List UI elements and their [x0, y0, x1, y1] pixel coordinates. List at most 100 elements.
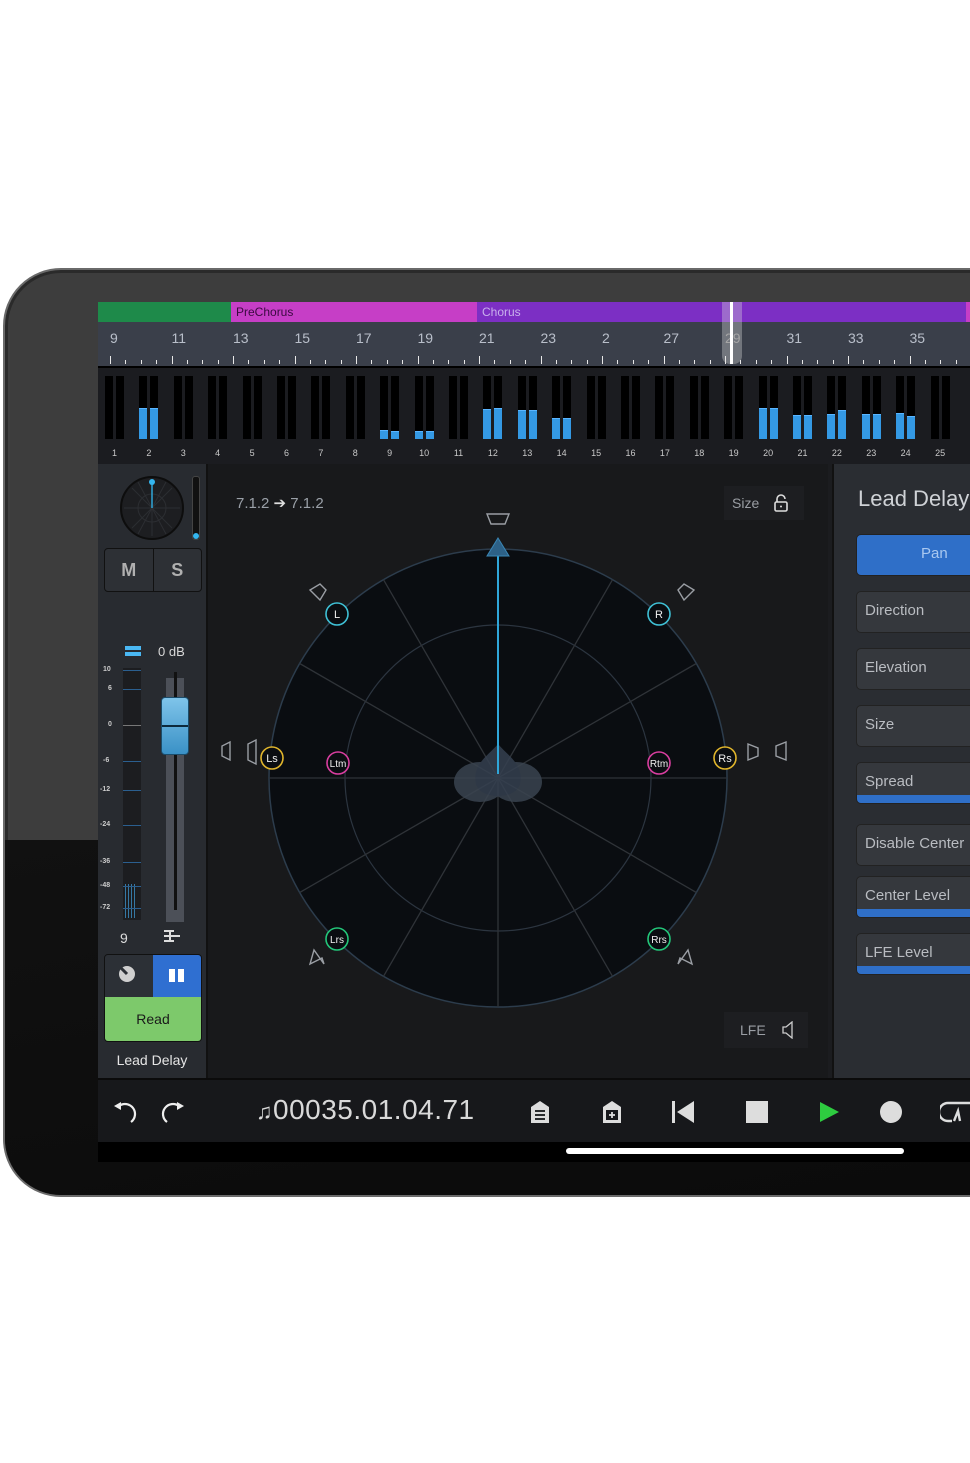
lfe-button[interactable]: LFE	[724, 1012, 808, 1048]
ruler-tick	[371, 360, 373, 364]
music-note-icon: ♫	[256, 1099, 273, 1124]
record-button[interactable]	[876, 1094, 906, 1130]
param-button-direction[interactable]: Direction	[856, 591, 970, 633]
panner-field[interactable]: L R Ls Rs Ltm Rtm Lrs Rrs	[208, 464, 828, 1078]
marker-list-button[interactable]	[526, 1094, 554, 1130]
meter-channel-number: 21	[797, 448, 808, 458]
timeline-ruler[interactable]: 91113151719212322729313335	[98, 322, 970, 366]
ruler-bar-number: 19	[417, 330, 434, 346]
meter-level	[804, 415, 812, 439]
return-to-start-button[interactable]	[668, 1094, 698, 1130]
meter-channel-number: 2	[146, 448, 152, 458]
undo-button[interactable]	[110, 1094, 140, 1130]
volume-fader-handle[interactable]	[161, 697, 189, 755]
pan-parameters-panel: Lead Delay Pan Direction Elevation Size Spre…	[832, 464, 970, 1078]
ruler-tick	[648, 360, 650, 364]
param-label: Size	[865, 716, 895, 733]
param-button-size[interactable]: Size	[856, 705, 970, 747]
routing-icon[interactable]	[162, 928, 182, 949]
mute-button[interactable]: M	[105, 549, 154, 591]
ruler-tick	[248, 360, 250, 364]
meter-level	[872, 413, 881, 439]
automation-read-button[interactable]: Read	[105, 997, 201, 1041]
meter-channel-number: 6	[283, 448, 290, 458]
ruler-tick	[955, 360, 957, 364]
speaker-node-rs[interactable]: Rs	[713, 746, 737, 770]
pause-automation-button[interactable]	[153, 955, 201, 997]
home-indicator[interactable]	[566, 1148, 904, 1154]
param-button-center-level[interactable]: Center Level	[856, 876, 970, 918]
meter-level	[758, 407, 767, 439]
channel-meter	[528, 376, 537, 439]
play-button[interactable]	[814, 1094, 844, 1130]
meter-channel-number: 23	[866, 448, 877, 458]
meter-channel-number: 19	[728, 448, 739, 458]
channel-meter	[414, 376, 423, 439]
param-button-disable-center[interactable]: Disable Center	[856, 824, 970, 866]
ruler-bar-number: 11	[171, 330, 187, 346]
channel-meter	[769, 376, 778, 439]
loop-button[interactable]	[940, 1094, 970, 1130]
ruler-tick	[555, 360, 557, 364]
meter-channel-number: 8	[352, 448, 358, 458]
arranger-section-prechorus[interactable]: PreChorus	[231, 302, 477, 322]
ruler-bar-number: 17	[356, 330, 372, 346]
mute-solo-group: M S	[104, 548, 202, 592]
ruler-tick	[432, 360, 434, 364]
ruler-bar-number: 35	[909, 330, 926, 346]
lfe-label: LFE	[740, 1022, 766, 1038]
meter-scale-line	[123, 825, 141, 826]
param-label: Pan	[921, 545, 948, 562]
meter-channel-number: 12	[487, 448, 498, 458]
speaker-icon	[782, 1021, 793, 1039]
automation-group: Read	[104, 954, 202, 1042]
time-display[interactable]: ♫00035.01.04.71	[256, 1094, 475, 1126]
automation-mode-button[interactable]	[105, 955, 153, 997]
channel-meter	[517, 376, 526, 439]
app-screen: PreChorus Chorus 91113151719212322729313…	[98, 302, 970, 1162]
ruler-tick	[279, 360, 281, 364]
loop-icon	[940, 1101, 970, 1123]
add-marker-button[interactable]	[598, 1094, 626, 1130]
ruler-tick	[386, 360, 388, 364]
meter-scale-line	[123, 862, 141, 863]
speaker-node-r[interactable]: R	[647, 602, 671, 626]
meter-level	[414, 431, 423, 439]
time-value: 00035.01.04.71	[273, 1094, 475, 1125]
pan-knob[interactable]	[120, 476, 184, 540]
arranger-section[interactable]	[966, 302, 970, 322]
speaker-node-ltm[interactable]: Ltm	[326, 751, 350, 775]
speaker-node-rtm[interactable]: Rtm	[647, 751, 671, 775]
channel-name: Lead Delay	[116, 1052, 188, 1068]
stop-button[interactable]	[742, 1094, 772, 1130]
ruler-tick	[294, 356, 296, 364]
redo-button[interactable]	[158, 1094, 188, 1130]
ruler-bar-number: 31	[786, 330, 803, 346]
param-button-pan[interactable]: Pan	[856, 534, 970, 576]
meter-peak-icon	[125, 646, 141, 658]
meter-level	[380, 430, 389, 439]
ruler-tick	[755, 360, 757, 364]
speaker-node-lrs[interactable]: Lrs	[325, 927, 349, 951]
ruler-tick	[540, 356, 542, 364]
speaker-label: Ls	[266, 753, 278, 765]
meter-channel-number: 20	[763, 448, 774, 458]
front-right-speaker-icon	[677, 583, 696, 602]
return-to-start-icon	[672, 1101, 694, 1123]
speaker-node-l[interactable]: L	[325, 602, 349, 626]
undo-icon	[114, 1102, 137, 1123]
param-button-spread[interactable]: Spread	[856, 762, 970, 804]
arranger-section[interactable]	[98, 302, 231, 322]
channel-meter	[861, 376, 870, 439]
ruler-tick	[878, 360, 880, 364]
param-button-lfe-level[interactable]: LFE Level	[856, 933, 970, 975]
solo-button[interactable]: S	[154, 549, 202, 591]
ruler-tick	[617, 360, 619, 364]
meter-channel-number: 7	[318, 448, 324, 458]
mini-level-slider[interactable]	[192, 476, 200, 540]
speaker-node-rrs[interactable]: Rrs	[647, 927, 671, 951]
param-button-elevation[interactable]: Elevation	[856, 648, 970, 690]
surround-panner: 7.1.2 ➔ 7.1.2 Size L R Ls Rs Ltm Rtm Lrs Rrs	[208, 464, 923, 1078]
speaker-label: Rtm	[650, 759, 668, 770]
speaker-node-ls[interactable]: Ls	[260, 746, 284, 770]
